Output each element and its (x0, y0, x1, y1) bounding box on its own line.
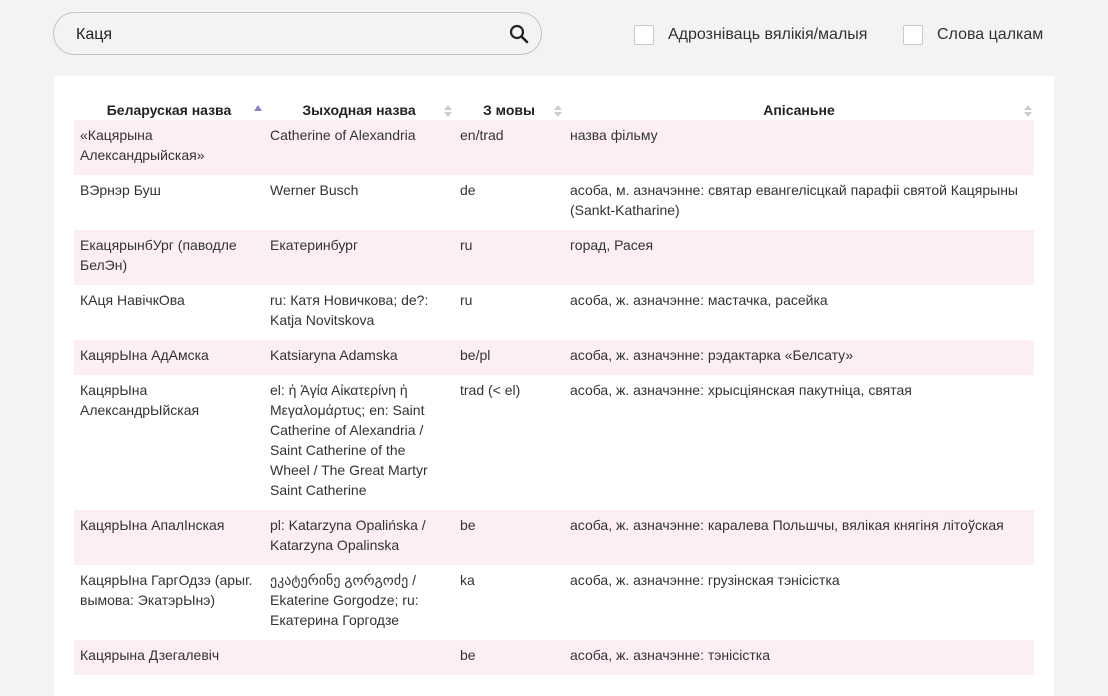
cell-belarusian-name: КАця НавічкОва (74, 285, 264, 340)
cell-belarusian-name: КацярЫна АлександрЫйская (74, 375, 264, 510)
cell-belarusian-name: ВЭрнэр Буш (74, 175, 264, 230)
cell-description: горад, Расея (564, 230, 1034, 285)
search-box (53, 12, 542, 56)
cell-original-name: Werner Busch (264, 175, 454, 230)
cell-description: асоба, ж. азначэнне: грузінская тэнісіст… (564, 565, 1034, 640)
table-row: КацярЫна ГаргОдзэ (арыг. вымова: ЭкатэрЫ… (74, 565, 1034, 640)
cell-original-name: Екатеринбург (264, 230, 454, 285)
column-header-original[interactable]: Зыходная назва (264, 96, 454, 120)
cell-language: be/pl (454, 340, 564, 375)
cell-language: ru (454, 285, 564, 340)
search-icon[interactable] (509, 24, 529, 44)
column-header-label: Беларуская назва (106, 102, 232, 118)
cell-language: be (454, 510, 564, 565)
cell-belarusian-name: «Кацярына Александрыйская» (74, 120, 264, 175)
cell-description: асоба, ж. азначэнне: хрысціянская пакутн… (564, 375, 1034, 510)
case-sensitive-label: Адрозніваць вялікія/малыя (668, 26, 868, 43)
results-table: Беларуская назва Зыходная назва З мовы А… (74, 96, 1034, 675)
cell-language: trad (< el) (454, 375, 564, 510)
table-row: КАця НавічкОва ru: Катя Новичкова; de?: K… (74, 285, 1034, 340)
sort-icon (554, 105, 562, 117)
column-header-description[interactable]: Апісаньне (564, 96, 1034, 120)
table-header-row: Беларуская назва Зыходная назва З мовы А… (74, 96, 1034, 120)
whole-words-label: Слова цалкам (937, 26, 1044, 43)
cell-original-name (264, 640, 454, 675)
cell-description: асоба, ж. азначэнне: мастачка, расейка (564, 285, 1034, 340)
case-sensitive-checkbox[interactable] (634, 25, 654, 45)
cell-description: асоба, ж. азначэнне: рэдактарка «Белсату… (564, 340, 1034, 375)
sort-icon (444, 105, 452, 117)
case-sensitive-option[interactable]: Адрозніваць вялікія/малыя (634, 25, 867, 45)
whole-words-option[interactable]: Слова цалкам (903, 25, 1043, 45)
sort-ascending-icon (254, 105, 262, 111)
cell-original-name: ეკატერინე გორგოძე / Ekaterine Gorgodze; … (264, 565, 454, 640)
table-row: КацярЫна АдАмска Katsiaryna Adamska be/pl а… (74, 340, 1034, 375)
cell-original-name: pl: Katarzyna Opalińska / Katarzyna Opal… (264, 510, 454, 565)
cell-original-name: Catherine of Alexandria (264, 120, 454, 175)
cell-language: ru (454, 230, 564, 285)
table-row: ЕкацярынбУрг (паводле БелЭн) Екатеринбург… (74, 230, 1034, 285)
column-header-belarusian[interactable]: Беларуская назва (74, 96, 264, 120)
sort-icon (1024, 105, 1032, 117)
cell-language: en/trad (454, 120, 564, 175)
cell-description: асоба, ж. азначэнне: каралева Польшчы, в… (564, 510, 1034, 565)
cell-description: асоба, м. азначэнне: святар евангелісцка… (564, 175, 1034, 230)
cell-language: be (454, 640, 564, 675)
table-row: «Кацярына Александрыйская» Catherine of A… (74, 120, 1034, 175)
column-header-label: З мовы (483, 102, 535, 118)
cell-language: ka (454, 565, 564, 640)
cell-language: de (454, 175, 564, 230)
cell-original-name: el: ἡ Ἁγία Αἰκατερίνη ἡ Μεγαλομάρτυς; en… (264, 375, 454, 510)
cell-description: асоба, ж. азначэнне: тэнісістка (564, 640, 1034, 675)
table-row: КацярЫна АпалІнская pl: Katarzyna Opalińs… (74, 510, 1034, 565)
cell-belarusian-name: Кацярына Дзегалевіч (74, 640, 264, 675)
column-header-label: Апісаньне (763, 102, 835, 118)
cell-belarusian-name: ЕкацярынбУрг (паводле БелЭн) (74, 230, 264, 285)
whole-words-checkbox[interactable] (903, 25, 923, 45)
top-bar: Адрозніваць вялікія/малыя Слова цалкам (0, 0, 1108, 76)
table-row: Кацярына Дзегалевіч be асоба, ж. азначэнне… (74, 640, 1034, 675)
cell-original-name: Katsiaryna Adamska (264, 340, 454, 375)
search-input[interactable] (74, 13, 498, 56)
cell-original-name: ru: Катя Новичкова; de?: Katja Novitskov… (264, 285, 454, 340)
column-header-label: Зыходная назва (302, 102, 416, 118)
cell-belarusian-name: КацярЫна ГаргОдзэ (арыг. вымова: ЭкатэрЫ… (74, 565, 264, 640)
results-panel: Беларуская назва Зыходная назва З мовы А… (54, 76, 1054, 696)
column-header-language[interactable]: З мовы (454, 96, 564, 120)
table-row: КацярЫна АлександрЫйская el: ἡ Ἁγία Αἰκατ… (74, 375, 1034, 510)
cell-description: назва фільму (564, 120, 1034, 175)
cell-belarusian-name: КацярЫна АпалІнская (74, 510, 264, 565)
table-row: ВЭрнэр Буш Werner Busch de асоба, м. азначэ… (74, 175, 1034, 230)
cell-belarusian-name: КацярЫна АдАмска (74, 340, 264, 375)
